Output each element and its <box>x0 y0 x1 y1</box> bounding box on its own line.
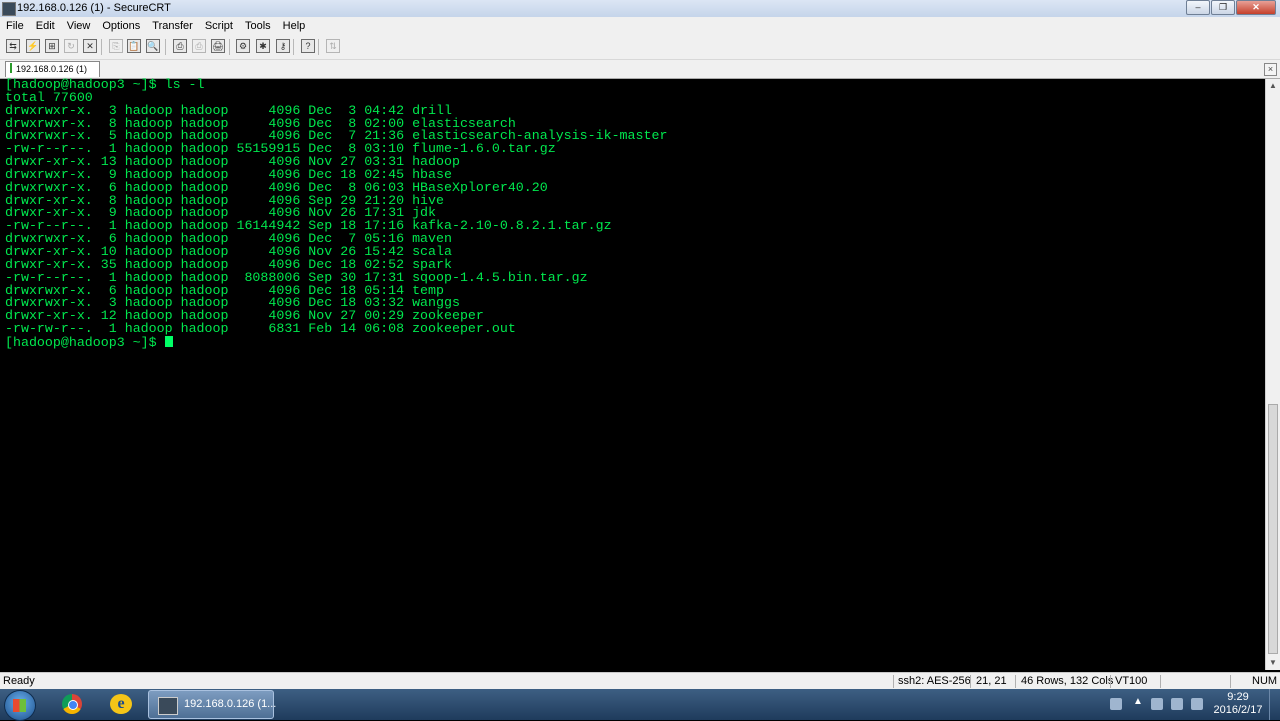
file-group: hadoop <box>180 321 229 337</box>
sftp-icon[interactable]: ⇅ <box>326 39 340 53</box>
quick-connect-icon[interactable]: ⚡ <box>26 39 40 53</box>
session-tab-label: 192.168.0.126 (1) <box>16 64 88 74</box>
status-divider <box>893 675 894 688</box>
session-options-icon[interactable]: ⚙ <box>236 39 250 53</box>
start-button[interactable] <box>4 690 36 721</box>
close-button[interactable]: ✕ <box>1236 0 1276 15</box>
restore-button[interactable]: ❐ <box>1211 0 1235 15</box>
toolbar-separator <box>229 39 230 55</box>
menu-view[interactable]: View <box>61 17 97 35</box>
window-title: 192.168.0.126 (1) - SecureCRT <box>17 2 171 14</box>
action-center-icon[interactable] <box>1191 698 1203 710</box>
volume-icon[interactable] <box>1171 698 1183 710</box>
global-options-icon[interactable]: ✱ <box>256 39 270 53</box>
terminal-prompt: [hadoop@hadoop3 ~]$ <box>5 334 165 350</box>
status-emulation: VT100 <box>1115 675 1148 687</box>
securecrt-icon <box>158 697 178 715</box>
terminal-file-entry: -rw-rw-r--. 1 hadoop hadoop 6831 Feb 14 … <box>5 321 516 336</box>
keymap-icon[interactable]: ⚷ <box>276 39 290 53</box>
menu-file[interactable]: File <box>0 17 30 35</box>
internet-explorer-icon: e <box>110 694 132 714</box>
windows-logo-icon <box>13 699 26 712</box>
status-divider <box>1110 675 1111 688</box>
reconnect-icon[interactable]: ↻ <box>64 39 78 53</box>
toolbar-separator <box>293 39 294 55</box>
title-bar: 192.168.0.126 (1) - SecureCRT – ❐ ✕ <box>0 0 1280 18</box>
system-tray: ▲ 9:29 2016/2/17 <box>1105 689 1280 720</box>
show-hidden-icons-icon[interactable]: ▲ <box>1133 696 1143 707</box>
terminal-scrollbar[interactable]: ▲ ▼ <box>1265 79 1280 670</box>
status-divider <box>1230 675 1231 688</box>
chrome-taskbar-button[interactable] <box>50 691 94 718</box>
window-controls: – ❐ ✕ <box>1185 0 1276 15</box>
file-month: Feb <box>308 321 333 337</box>
taskbar-item-label: 192.168.0.126 (1... <box>184 698 277 710</box>
status-divider <box>1015 675 1016 688</box>
scroll-down-icon[interactable]: ▼ <box>1267 657 1279 669</box>
terminal-area[interactable]: [hadoop@hadoop3 ~]$ ls -l total 77600 dr… <box>0 78 1265 670</box>
status-numlock: NUM <box>1252 675 1278 687</box>
connect-in-tab-icon[interactable]: ⊞ <box>45 39 59 53</box>
scroll-up-icon[interactable]: ▲ <box>1267 80 1279 92</box>
securecrt-app-icon[interactable] <box>2 2 16 16</box>
menu-help[interactable]: Help <box>277 17 312 35</box>
close-tab-icon[interactable]: × <box>1264 63 1277 76</box>
disconnect-icon[interactable]: ✕ <box>83 39 97 53</box>
status-cipher: ssh2: AES-256 <box>898 675 971 687</box>
print-icon[interactable]: ⎙ <box>173 39 187 53</box>
clock-date: 2016/2/17 <box>1213 704 1263 716</box>
status-divider <box>1160 675 1161 688</box>
toolbar-separator <box>101 39 102 55</box>
show-desktop-button[interactable] <box>1269 689 1280 720</box>
menu-options[interactable]: Options <box>96 17 146 35</box>
session-tab[interactable]: 192.168.0.126 (1) <box>5 61 100 77</box>
paste-icon[interactable]: 📋 <box>127 39 141 53</box>
help-icon[interactable]: ? <box>301 39 315 53</box>
toolbar: ⇆ ⚡ ⊞ ↻ ✕ ⎘ 📋 🔍 ⎙ ⎙ 🖨 ⚙ ✱ ⚷? ⇅ <box>0 35 1280 60</box>
file-time: 06:08 <box>364 321 405 337</box>
securecrt-taskbar-button[interactable]: 192.168.0.126 (1... <box>148 690 277 719</box>
menu-bar: File Edit View Options Transfer Script Tools He… <box>0 17 1280 35</box>
keyboard-icon[interactable] <box>1110 698 1122 710</box>
menu-edit[interactable]: Edit <box>30 17 61 35</box>
find-icon[interactable]: 🔍 <box>146 39 160 53</box>
status-bar: Ready ssh2: AES-256 21, 21 46 Rows, 132 … <box>0 672 1280 690</box>
file-owner: hadoop <box>124 321 173 337</box>
scrollbar-thumb[interactable] <box>1268 404 1278 654</box>
ie-taskbar-button[interactable]: e <box>100 691 144 718</box>
status-cursor-position: 21, 21 <box>976 675 1007 687</box>
status-ready: Ready <box>3 675 35 687</box>
system-clock[interactable]: 9:29 2016/2/17 <box>1213 691 1263 717</box>
menu-transfer[interactable]: Transfer <box>146 17 199 35</box>
connect-icon[interactable]: ⇆ <box>6 39 20 53</box>
file-size: 6831 <box>236 321 301 337</box>
toolbar-separator <box>318 39 319 55</box>
windows-taskbar: e 192.168.0.126 (1... ▲ 9:29 2016/2/17 <box>0 689 1280 721</box>
chrome-icon <box>62 694 82 714</box>
file-name: zookeeper.out <box>412 321 516 337</box>
minimize-button[interactable]: – <box>1186 0 1210 15</box>
terminal-output: [hadoop@hadoop3 ~]$ ls -l total 77600 dr… <box>5 78 667 350</box>
menu-tools[interactable]: Tools <box>239 17 277 35</box>
status-divider <box>970 675 971 688</box>
file-perm: -rw-rw-r--. <box>5 321 93 337</box>
status-terminal-size: 46 Rows, 132 Cols <box>1021 675 1114 687</box>
file-links: 1 <box>100 321 117 337</box>
clock-time: 9:29 <box>1227 691 1249 703</box>
print-selection-icon[interactable]: ⎙ <box>192 39 206 53</box>
copy-icon[interactable]: ⎘ <box>109 39 123 53</box>
file-day: 14 <box>340 321 357 337</box>
terminal-cursor <box>164 335 173 347</box>
connected-indicator-icon <box>10 63 12 73</box>
network-tray-icon[interactable] <box>1151 698 1163 710</box>
menu-script[interactable]: Script <box>199 17 239 35</box>
print-screen-icon[interactable]: 🖨 <box>211 39 225 53</box>
toolbar-separator <box>165 39 166 55</box>
